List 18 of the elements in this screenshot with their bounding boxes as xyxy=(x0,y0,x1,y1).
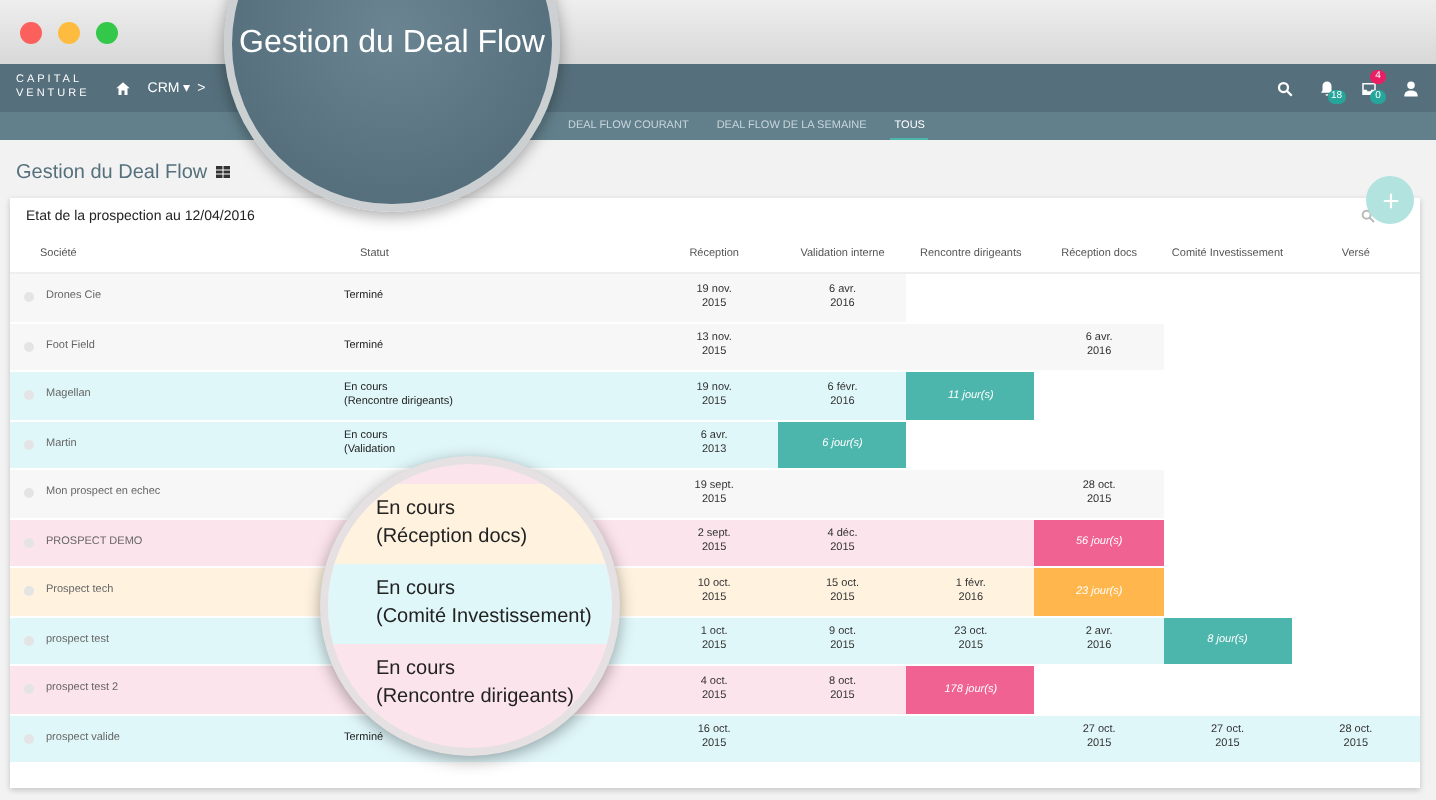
close-button[interactable] xyxy=(20,21,42,43)
home-icon[interactable] xyxy=(113,79,132,97)
plus-icon xyxy=(1381,191,1399,209)
magnified-status: En cours (Rencontre dirigeants) xyxy=(376,656,574,712)
magnified-status: En cours (Comité Investissement) xyxy=(376,576,592,632)
row-marker-icon[interactable] xyxy=(24,586,34,597)
add-button[interactable] xyxy=(1366,176,1414,224)
minimize-button[interactable] xyxy=(58,21,80,43)
row-marker-icon[interactable] xyxy=(24,537,34,548)
magnified-title: Gestion du Deal Flow xyxy=(239,26,545,62)
magnified-status: En cours (Réception docs) xyxy=(376,496,528,552)
user-icon[interactable] xyxy=(1402,79,1420,97)
inbox-icon[interactable] xyxy=(1360,79,1378,97)
search-icon[interactable] xyxy=(1276,79,1294,97)
grid-icon[interactable] xyxy=(215,166,230,178)
page-title: Gestion du Deal Flow xyxy=(16,161,208,183)
maximize-button[interactable] xyxy=(96,21,118,43)
row-marker-icon[interactable] xyxy=(24,684,34,695)
